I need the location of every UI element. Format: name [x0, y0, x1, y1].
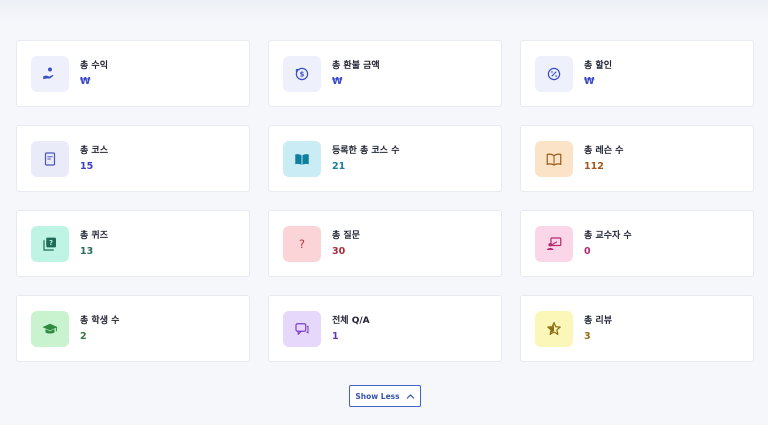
stat-value: 15 [80, 161, 94, 172]
stat-card: 총 학생 수 2 [16, 295, 250, 362]
open-book-icon [295, 154, 309, 165]
stat-label: 총 퀴즈 [80, 231, 108, 241]
stats-grid: 총 수익 ₩ $ 총 환불 금액 ₩ 총 할인 ₩ 총 코스 15 등록한 총 코스 수 21 총 레… [16, 40, 754, 362]
stat-card: 총 리뷰 3 [520, 295, 754, 362]
stat-value: 30 [332, 246, 346, 257]
stat-value: 21 [332, 161, 346, 172]
stat-label: 총 할인 [584, 61, 612, 71]
stat-card: 총 코스 15 [16, 125, 250, 192]
stat-card: ? 총 질문 30 [268, 210, 502, 277]
instructor-icon [546, 237, 562, 250]
stat-value: 2 [80, 331, 87, 342]
stat-icon-box: ? [31, 226, 69, 262]
refund-icon: $ [295, 67, 309, 81]
stat-card: 총 교수자 수 0 [520, 210, 754, 277]
stat-value: 0 [584, 246, 591, 257]
stat-icon-box [535, 141, 573, 177]
stat-icon-box [31, 141, 69, 177]
stat-value: 3 [584, 331, 591, 342]
stat-card: 전체 Q/A 1 [268, 295, 502, 362]
stat-label: 총 학생 수 [80, 316, 120, 326]
hand-coin-icon [43, 67, 54, 80]
stat-card: 등록한 총 코스 수 21 [268, 125, 502, 192]
svg-text:$: $ [300, 70, 305, 78]
stat-icon-box [31, 311, 69, 347]
stat-label: 총 레슨 수 [584, 146, 624, 156]
show-less-button[interactable]: Show Less [349, 385, 421, 407]
star-icon [547, 322, 561, 335]
stat-label: 전체 Q/A [332, 316, 370, 326]
chat-icon [295, 323, 309, 335]
svg-text:?: ? [49, 239, 53, 247]
stat-label: 총 리뷰 [584, 316, 612, 326]
stat-label: 총 코스 [80, 146, 108, 156]
stat-icon-box [535, 226, 573, 262]
stat-icon-box [535, 56, 573, 92]
stat-card: $ 총 환불 금액 ₩ [268, 40, 502, 107]
stat-label: 총 수익 [80, 61, 108, 71]
stat-value: 1 [332, 331, 339, 342]
chevron-up-icon [406, 393, 414, 399]
stat-value: ₩ [332, 76, 343, 87]
stat-icon-box [283, 311, 321, 347]
stat-icon-box: $ [283, 56, 321, 92]
stat-value: 112 [584, 161, 604, 172]
book-icon [44, 152, 56, 166]
stat-icon-box [535, 311, 573, 347]
stat-label: 총 교수자 수 [584, 231, 632, 241]
stat-icon-box [31, 56, 69, 92]
stat-card: ? 총 퀴즈 13 [16, 210, 250, 277]
stat-icon-box [283, 141, 321, 177]
question-icon: ? [299, 238, 305, 251]
discount-icon [547, 67, 561, 81]
lessons-book-icon [546, 153, 562, 166]
stat-value: ₩ [584, 76, 595, 87]
stat-card: 총 수익 ₩ [16, 40, 250, 107]
top-shadow [0, 0, 768, 22]
show-less-label: Show Less [355, 391, 400, 401]
stat-label: 등록한 총 코스 수 [332, 146, 400, 156]
stat-label: 총 환불 금액 [332, 61, 380, 71]
svg-text:?: ? [299, 238, 305, 251]
stat-icon-box: ? [283, 226, 321, 262]
stat-value: ₩ [80, 76, 91, 87]
quiz-icon: ? [43, 237, 56, 251]
stat-card: 총 레슨 수 112 [520, 125, 754, 192]
stat-value: 13 [80, 246, 94, 257]
stat-card: 총 할인 ₩ [520, 40, 754, 107]
graduation-cap-icon [42, 323, 58, 334]
stat-label: 총 질문 [332, 231, 360, 241]
